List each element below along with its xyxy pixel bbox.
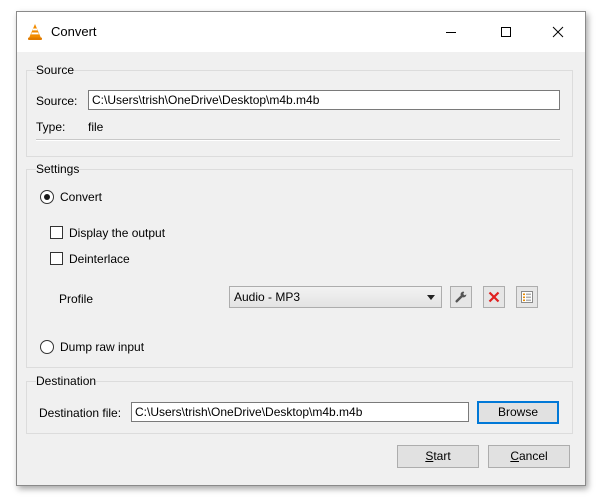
minimize-icon: [446, 32, 456, 33]
profile-list-icon: [521, 291, 533, 303]
type-value: file: [88, 120, 104, 134]
display-output-checkbox[interactable]: [50, 226, 63, 239]
profile-selected-value: Audio - MP3: [234, 290, 301, 304]
destination-path-input[interactable]: C:\Users\trish\OneDrive\Desktop\m4b.m4b: [131, 402, 469, 422]
dump-raw-label[interactable]: Dump raw input: [60, 340, 144, 354]
destination-group-title: Destination: [36, 374, 97, 388]
convert-radio[interactable]: [40, 190, 54, 204]
close-window-button[interactable]: [535, 12, 581, 52]
vlc-cone-icon: [28, 24, 42, 40]
start-button[interactable]: Start: [397, 445, 479, 468]
deinterlace-checkbox[interactable]: [50, 252, 63, 265]
browse-button[interactable]: Browse: [477, 401, 559, 424]
edit-profile-button[interactable]: [450, 286, 472, 308]
dump-raw-radio[interactable]: [40, 340, 54, 354]
cancel-mnemonic: C: [510, 449, 519, 463]
window-title: Convert: [51, 24, 97, 39]
convert-dialog: Convert Source Source: C:\Users\trish\On…: [16, 11, 586, 486]
cancel-label-rest: ancel: [518, 449, 548, 463]
maximize-button[interactable]: [483, 12, 529, 52]
cancel-button[interactable]: Cancel: [488, 445, 570, 468]
title-bar: Convert: [17, 12, 585, 52]
deinterlace-label[interactable]: Deinterlace: [69, 252, 130, 266]
profile-label: Profile: [59, 292, 94, 306]
settings-group: [26, 169, 573, 368]
red-x-icon: [488, 291, 500, 303]
source-separator: [36, 139, 560, 141]
display-output-label[interactable]: Display the output: [69, 226, 165, 240]
delete-profile-button[interactable]: [483, 286, 505, 308]
source-path-input[interactable]: C:\Users\trish\OneDrive\Desktop\m4b.m4b: [88, 90, 560, 110]
chevron-down-icon: [427, 295, 435, 300]
source-label: Source:: [36, 94, 78, 108]
destination-file-label: Destination file:: [39, 406, 122, 420]
maximize-icon: [501, 27, 511, 37]
close-icon: [552, 26, 564, 38]
profile-select[interactable]: Audio - MP3: [229, 286, 442, 308]
source-group-title: Source: [36, 63, 75, 77]
minimize-button[interactable]: [428, 12, 474, 52]
new-profile-button[interactable]: [516, 286, 538, 308]
type-label: Type:: [36, 120, 66, 134]
start-label-rest: tart: [433, 449, 451, 463]
source-group: [26, 70, 573, 157]
wrench-icon: [455, 291, 467, 303]
settings-group-title: Settings: [36, 162, 80, 176]
convert-radio-label[interactable]: Convert: [60, 190, 102, 204]
